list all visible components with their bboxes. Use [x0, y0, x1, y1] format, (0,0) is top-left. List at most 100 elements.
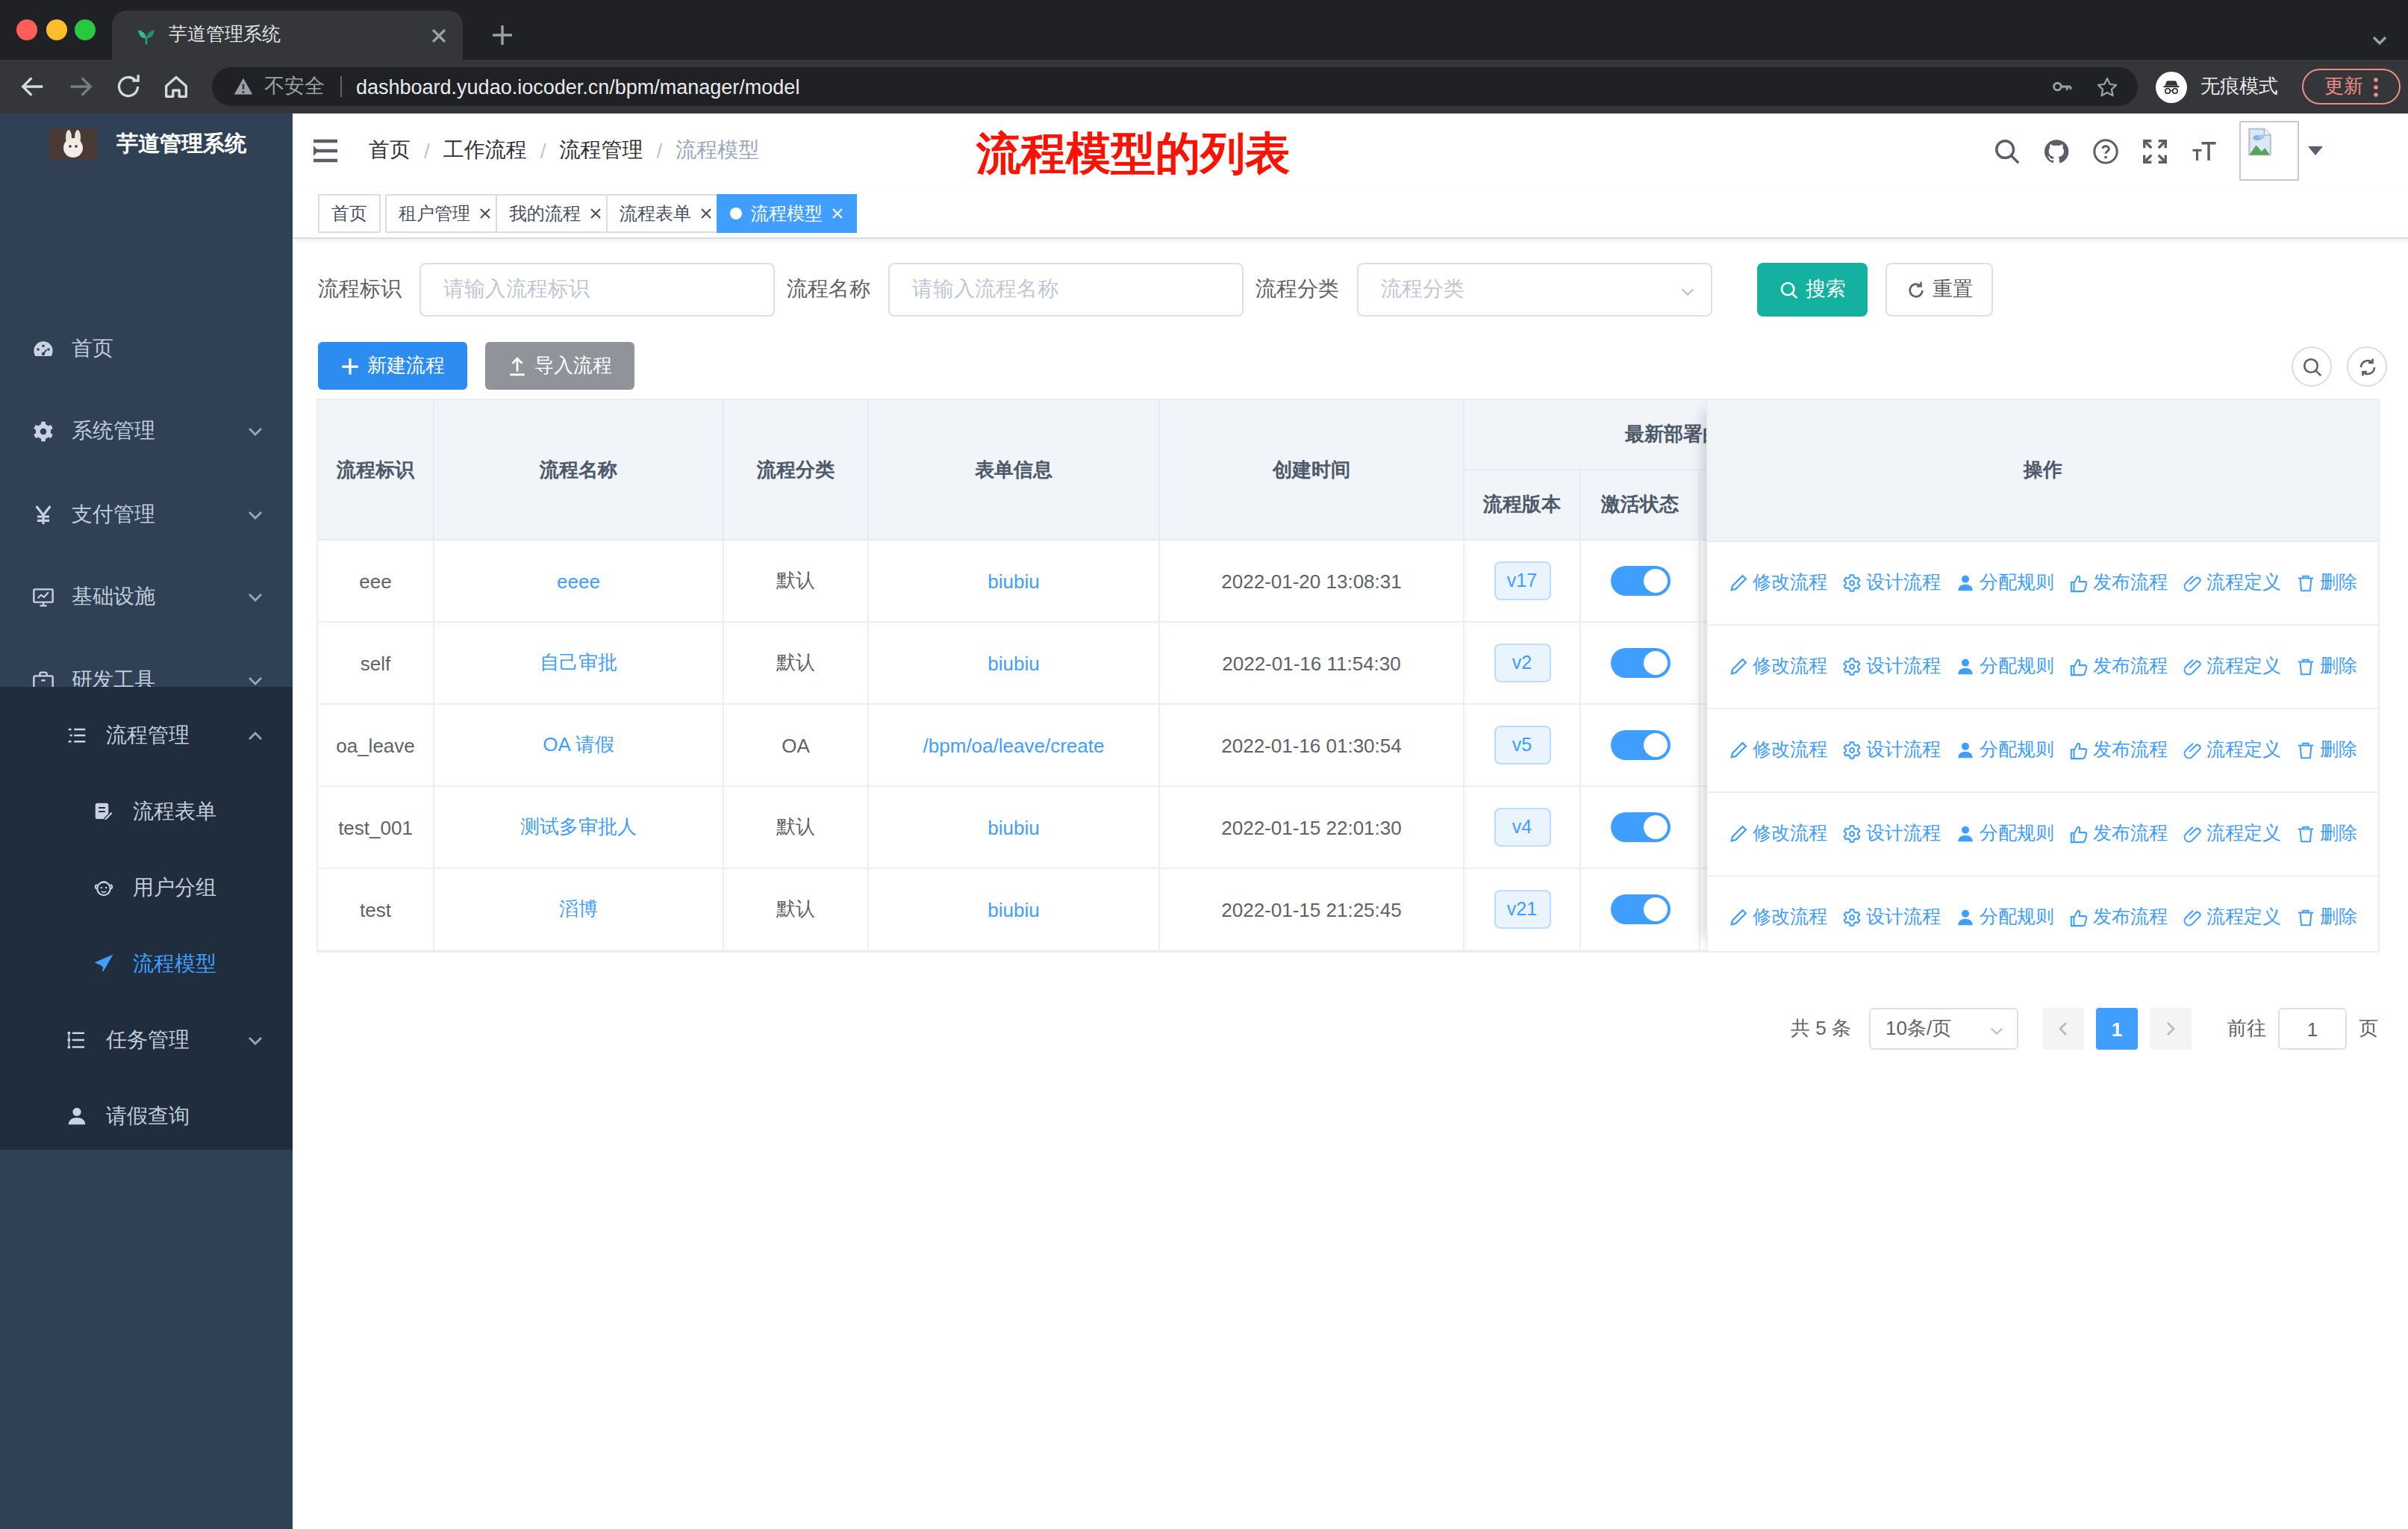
assign-rule-link[interactable]: 分配规则	[1956, 905, 2054, 930]
page-1-button[interactable]: 1	[2096, 1008, 2138, 1050]
forward-button[interactable]	[66, 72, 96, 102]
active-toggle[interactable]	[1610, 894, 1670, 924]
password-key-icon[interactable]	[2050, 75, 2074, 99]
active-toggle[interactable]	[1610, 566, 1670, 596]
version-tag[interactable]: v2	[1494, 644, 1550, 682]
close-icon[interactable]	[590, 208, 602, 219]
tab-tag-tenant[interactable]: 租户管理	[385, 194, 505, 233]
publish-process-link[interactable]: 发布流程	[2069, 570, 2168, 596]
help-icon[interactable]	[2092, 137, 2120, 165]
logo[interactable]: 芋道管理系统	[0, 125, 293, 179]
delete-link[interactable]: 删除	[2296, 821, 2357, 847]
reload-button[interactable]	[113, 72, 143, 102]
close-icon[interactable]	[479, 208, 491, 219]
process-definition-link[interactable]: 流程定义	[2183, 821, 2281, 847]
sidebar-item-process-mgmt[interactable]: 流程管理	[0, 697, 293, 773]
process-name-link[interactable]: OA 请假	[543, 733, 614, 756]
avatar[interactable]	[2239, 121, 2299, 181]
breadcrumb-workflow[interactable]: 工作流程	[443, 137, 527, 164]
sidebar-item-infra[interactable]: 基础设施	[0, 555, 293, 638]
active-toggle[interactable]	[1610, 730, 1670, 760]
process-definition-link[interactable]: 流程定义	[2183, 738, 2281, 763]
maximize-window-button[interactable]	[75, 19, 96, 40]
browser-tab[interactable]: 芋道管理系统	[112, 10, 463, 60]
form-info-link[interactable]: biubiu	[988, 898, 1039, 921]
font-size-icon[interactable]	[2190, 137, 2218, 165]
goto-page-input[interactable]: 1	[2278, 1008, 2347, 1050]
process-definition-link[interactable]: 流程定义	[2183, 905, 2281, 930]
active-toggle[interactable]	[1610, 812, 1670, 842]
fullscreen-icon[interactable]	[2141, 137, 2169, 165]
form-info-link[interactable]: /bpm/oa/leave/create	[923, 734, 1105, 756]
form-info-link[interactable]: biubiu	[988, 570, 1039, 592]
tab-tag-process-form[interactable]: 流程表单	[606, 194, 726, 233]
process-definition-link[interactable]: 流程定义	[2183, 570, 2281, 596]
version-tag[interactable]: v21	[1494, 890, 1550, 929]
edit-process-link[interactable]: 修改流程	[1729, 821, 1827, 847]
prev-page-button[interactable]	[2042, 1008, 2084, 1050]
create-process-button[interactable]: 新建流程	[318, 342, 467, 390]
import-process-button[interactable]: 导入流程	[485, 342, 634, 390]
process-name-link[interactable]: eeee	[557, 570, 600, 592]
publish-process-link[interactable]: 发布流程	[2069, 654, 2168, 679]
caret-down-icon[interactable]	[2308, 146, 2323, 155]
search-button[interactable]: 搜索	[1757, 263, 1868, 317]
version-tag[interactable]: v17	[1494, 561, 1550, 600]
sidebar-item-system[interactable]: 系统管理	[0, 390, 293, 472]
refresh-table-button[interactable]	[2347, 346, 2387, 387]
sidebar-item-process-form[interactable]: 流程表单	[0, 773, 293, 850]
sidebar-item-user-group[interactable]: 用户分组	[0, 850, 293, 926]
close-window-button[interactable]	[16, 19, 37, 40]
back-button[interactable]	[18, 72, 48, 102]
search-icon[interactable]	[1993, 137, 2021, 165]
close-icon[interactable]	[700, 208, 712, 219]
hamburger-icon[interactable]	[311, 136, 340, 166]
sidebar-item-leave-query[interactable]: 请假查询	[0, 1078, 293, 1154]
sidebar-item-home[interactable]: 首页	[0, 308, 293, 390]
form-info-link[interactable]: biubiu	[988, 652, 1039, 674]
process-name-link[interactable]: 自己审批	[540, 651, 617, 673]
edit-process-link[interactable]: 修改流程	[1729, 905, 1827, 930]
edit-process-link[interactable]: 修改流程	[1729, 738, 1827, 763]
address-bar[interactable]: 不安全 dashboard.yudao.iocoder.cn/bpm/manag…	[212, 67, 2138, 106]
edit-process-link[interactable]: 修改流程	[1729, 654, 1827, 679]
version-tag[interactable]: v5	[1494, 726, 1550, 764]
process-id-input[interactable]: 请输入流程标识	[419, 263, 775, 317]
active-toggle[interactable]	[1610, 648, 1670, 678]
design-process-link[interactable]: 设计流程	[1842, 905, 1941, 930]
delete-link[interactable]: 删除	[2296, 738, 2357, 763]
breadcrumb-process-mgmt[interactable]: 流程管理	[560, 137, 643, 164]
hide-search-button[interactable]	[2292, 346, 2332, 387]
edit-process-link[interactable]: 修改流程	[1729, 570, 1827, 596]
tab-tag-process-model[interactable]: 流程模型	[717, 194, 857, 233]
delete-link[interactable]: 删除	[2296, 654, 2357, 679]
update-button[interactable]: 更新	[2302, 69, 2401, 105]
assign-rule-link[interactable]: 分配规则	[1956, 570, 2054, 596]
browser-menu-dots-icon[interactable]	[2374, 77, 2378, 96]
home-button[interactable]	[161, 72, 191, 102]
breadcrumb-home[interactable]: 首页	[369, 137, 411, 164]
process-name-link[interactable]: 测试多审批人	[520, 815, 637, 838]
tab-tag-my-process[interactable]: 我的流程	[496, 194, 615, 233]
process-definition-link[interactable]: 流程定义	[2183, 654, 2281, 679]
publish-process-link[interactable]: 发布流程	[2069, 821, 2168, 847]
close-icon[interactable]	[832, 208, 843, 219]
process-name-link[interactable]: 滔博	[559, 897, 598, 920]
process-category-select[interactable]: 流程分类	[1357, 263, 1712, 317]
bookmark-star-icon[interactable]	[2094, 74, 2120, 99]
process-name-input[interactable]: 请输入流程名称	[888, 263, 1244, 317]
publish-process-link[interactable]: 发布流程	[2069, 738, 2168, 763]
form-info-link[interactable]: biubiu	[988, 816, 1039, 838]
url-text[interactable]: dashboard.yudao.iocoder.cn/bpm/manager/m…	[356, 75, 2050, 98]
design-process-link[interactable]: 设计流程	[1842, 738, 1941, 763]
sidebar-item-payment[interactable]: 支付管理	[0, 473, 293, 555]
github-icon[interactable]	[2042, 137, 2071, 165]
assign-rule-link[interactable]: 分配规则	[1956, 654, 2054, 679]
design-process-link[interactable]: 设计流程	[1842, 654, 1941, 679]
page-size-select[interactable]: 10条/页	[1869, 1008, 2018, 1050]
version-tag[interactable]: v4	[1494, 808, 1550, 847]
tab-tag-home[interactable]: 首页	[318, 194, 381, 233]
minimize-window-button[interactable]	[46, 19, 66, 40]
design-process-link[interactable]: 设计流程	[1842, 570, 1941, 596]
next-page-button[interactable]	[2150, 1008, 2192, 1050]
